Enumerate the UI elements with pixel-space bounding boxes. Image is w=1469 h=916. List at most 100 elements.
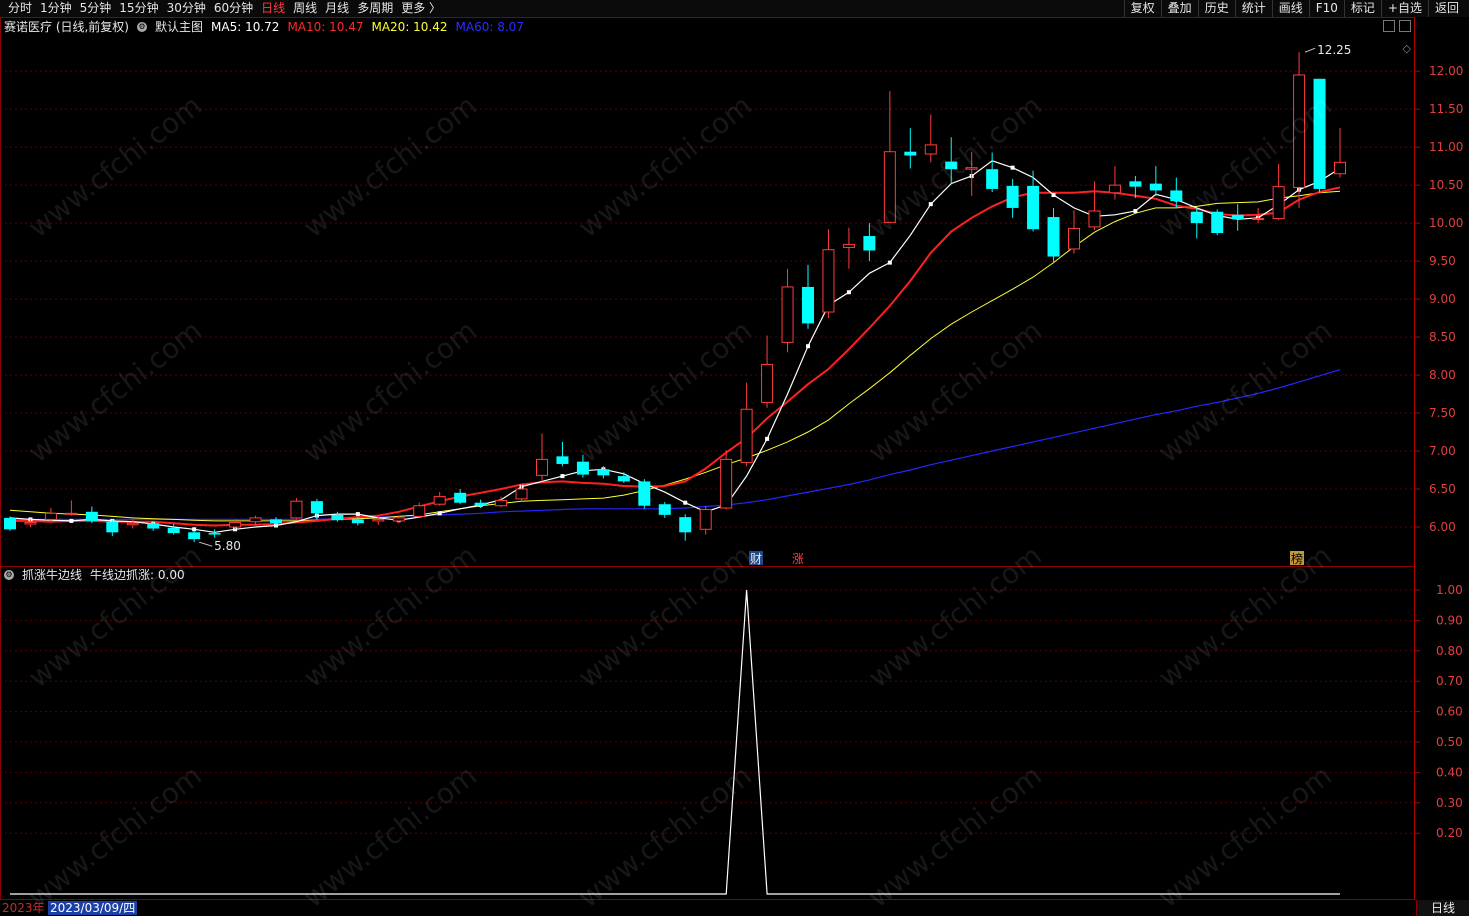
candle-body bbox=[515, 488, 528, 500]
ma5-point bbox=[1133, 208, 1138, 213]
candle-body bbox=[454, 492, 467, 503]
candle-body bbox=[1108, 184, 1121, 194]
candle-body bbox=[331, 514, 344, 521]
candle-body bbox=[310, 501, 323, 514]
cursor-date: 2023/03/09/四 bbox=[48, 901, 138, 915]
candle-body bbox=[1129, 181, 1142, 187]
candle-body bbox=[781, 286, 794, 343]
ma5-line bbox=[9, 160, 1341, 533]
candle-body bbox=[392, 517, 405, 522]
candle-body bbox=[1170, 190, 1183, 202]
candle-body bbox=[945, 161, 958, 170]
price-tick-label: 10.50 bbox=[1429, 178, 1463, 192]
price-tick-label: 12.00 bbox=[1429, 64, 1463, 78]
candle-body bbox=[495, 499, 508, 507]
candle-body bbox=[904, 151, 917, 156]
candle-body bbox=[106, 521, 119, 533]
sub-tick-label: 0.80 bbox=[1436, 644, 1463, 658]
candle-body bbox=[433, 496, 446, 505]
year-label: 2023年 bbox=[2, 901, 45, 915]
sub-tick-label: 0.30 bbox=[1436, 796, 1463, 810]
candle-body bbox=[372, 518, 385, 522]
ma5-point bbox=[192, 527, 197, 532]
candle-body bbox=[413, 505, 426, 517]
sub-tick-label: 0.20 bbox=[1436, 826, 1463, 840]
price-tick-label: 6.00 bbox=[1429, 520, 1456, 534]
low-pointer bbox=[199, 541, 213, 547]
ma5-point bbox=[683, 500, 688, 505]
candle-body bbox=[1272, 186, 1285, 220]
candle-body bbox=[965, 167, 978, 170]
main-frame bbox=[0, 17, 1415, 567]
price-tick-label: 7.00 bbox=[1429, 444, 1456, 458]
event-marker: 榜 bbox=[1291, 551, 1303, 566]
candle-body bbox=[1027, 185, 1040, 230]
ma5-point bbox=[1051, 193, 1056, 198]
sub-tick-label: 0.60 bbox=[1436, 705, 1463, 719]
price-tick-label: 9.00 bbox=[1429, 292, 1456, 306]
candle-body bbox=[1313, 78, 1326, 189]
high-label: 12.25 bbox=[1317, 43, 1351, 57]
price-tick-label: 11.00 bbox=[1429, 140, 1463, 154]
candle-body bbox=[597, 469, 610, 476]
sub-tick-label: 1.00 bbox=[1436, 583, 1463, 597]
candle-body bbox=[249, 517, 262, 523]
ma5-point bbox=[69, 518, 74, 523]
candle-body bbox=[44, 512, 57, 520]
candle-body bbox=[1252, 218, 1265, 221]
candle-body bbox=[147, 523, 160, 529]
candle-body bbox=[536, 458, 548, 476]
candle-body bbox=[474, 502, 487, 506]
candle-body bbox=[1211, 211, 1224, 234]
candle-body bbox=[802, 286, 814, 324]
price-chart[interactable]: 12.00 11.50 11.00 10.50 10.00 9.50 9.00 8.50 8.0… bbox=[0, 0, 1469, 900]
candle-body bbox=[699, 509, 712, 530]
ma5-point bbox=[355, 512, 360, 517]
candle-body bbox=[1149, 183, 1162, 191]
candle-body bbox=[822, 249, 835, 313]
candle-body bbox=[1088, 210, 1101, 228]
candle-body bbox=[270, 519, 282, 524]
period-button[interactable]: 日线 bbox=[1416, 900, 1469, 916]
candle-body bbox=[679, 517, 692, 533]
candle-body bbox=[126, 522, 139, 526]
candle-body bbox=[740, 408, 753, 463]
sub-tick-label: 0.70 bbox=[1436, 674, 1463, 688]
candle-body bbox=[85, 511, 98, 521]
candle-body bbox=[65, 512, 78, 515]
ma5-point bbox=[846, 290, 851, 295]
sub-tick-label: 0.40 bbox=[1436, 765, 1463, 779]
candle-body bbox=[556, 456, 569, 464]
candle-body bbox=[617, 476, 630, 482]
candle-body bbox=[638, 481, 651, 506]
low-label: 5.80 bbox=[214, 539, 241, 553]
candle-body bbox=[208, 533, 221, 535]
candle-body bbox=[1047, 217, 1060, 257]
candle-body bbox=[720, 458, 733, 509]
candle-body bbox=[924, 144, 937, 155]
price-tick-label: 10.00 bbox=[1429, 216, 1463, 230]
high-pointer bbox=[1304, 47, 1316, 53]
ma5-point bbox=[887, 260, 892, 265]
candle-body bbox=[351, 519, 364, 524]
candle-body bbox=[863, 236, 876, 251]
ma5-point bbox=[437, 511, 442, 516]
event-marker: 涨 bbox=[792, 551, 804, 566]
price-tick-label: 11.50 bbox=[1429, 102, 1463, 116]
candle-body bbox=[290, 500, 303, 519]
price-tick-label: 6.50 bbox=[1429, 482, 1456, 496]
sub-tick-label: 0.50 bbox=[1436, 735, 1463, 749]
candle-body bbox=[761, 363, 774, 403]
candle-body bbox=[24, 521, 37, 525]
candle-body bbox=[167, 527, 180, 534]
candle-body bbox=[1334, 161, 1346, 175]
candle-body bbox=[883, 151, 896, 223]
ma5-point bbox=[928, 202, 933, 207]
candle-body bbox=[1006, 185, 1019, 208]
candle-body bbox=[986, 169, 999, 189]
candle-body bbox=[1190, 211, 1203, 224]
candle-body bbox=[229, 521, 242, 528]
candle-body bbox=[576, 461, 589, 475]
ma5-point bbox=[806, 344, 810, 349]
price-tick-label: 9.50 bbox=[1429, 254, 1456, 268]
